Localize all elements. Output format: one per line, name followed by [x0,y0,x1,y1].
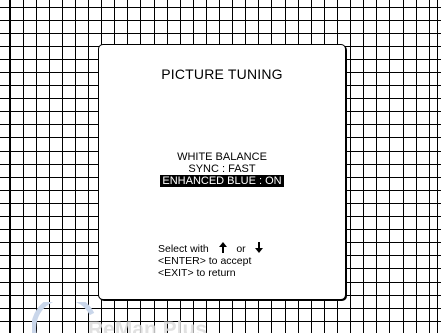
arrow-down-icon [255,242,264,253]
exit-hint: <EXIT> to return [158,267,236,279]
menu-item-white-balance[interactable]: WHITE BALANCE [99,151,345,163]
selected-highlight: ENHANCED BLUE : ON [160,175,284,187]
select-hint: Select with or [158,242,264,255]
help-text: Select with or <ENTER> to accept <EXIT> … [158,242,264,279]
dialog-title: PICTURE TUNING [161,66,283,82]
menu-item-sync[interactable]: SYNC : FAST [99,163,345,175]
enter-hint: <ENTER> to accept [158,255,252,267]
menu-list: WHITE BALANCE SYNC : FAST ENHANCED BLUE … [99,151,345,187]
osd-screen: PICTURE TUNING WHITE BALANCE SYNC : FAST… [0,0,441,333]
arrow-up-icon [218,242,227,253]
picture-tuning-dialog: PICTURE TUNING WHITE BALANCE SYNC : FAST… [98,44,346,300]
menu-item-enhanced-blue[interactable]: ENHANCED BLUE : ON [99,175,345,187]
watermark-text: ReMan Plus [88,318,208,333]
